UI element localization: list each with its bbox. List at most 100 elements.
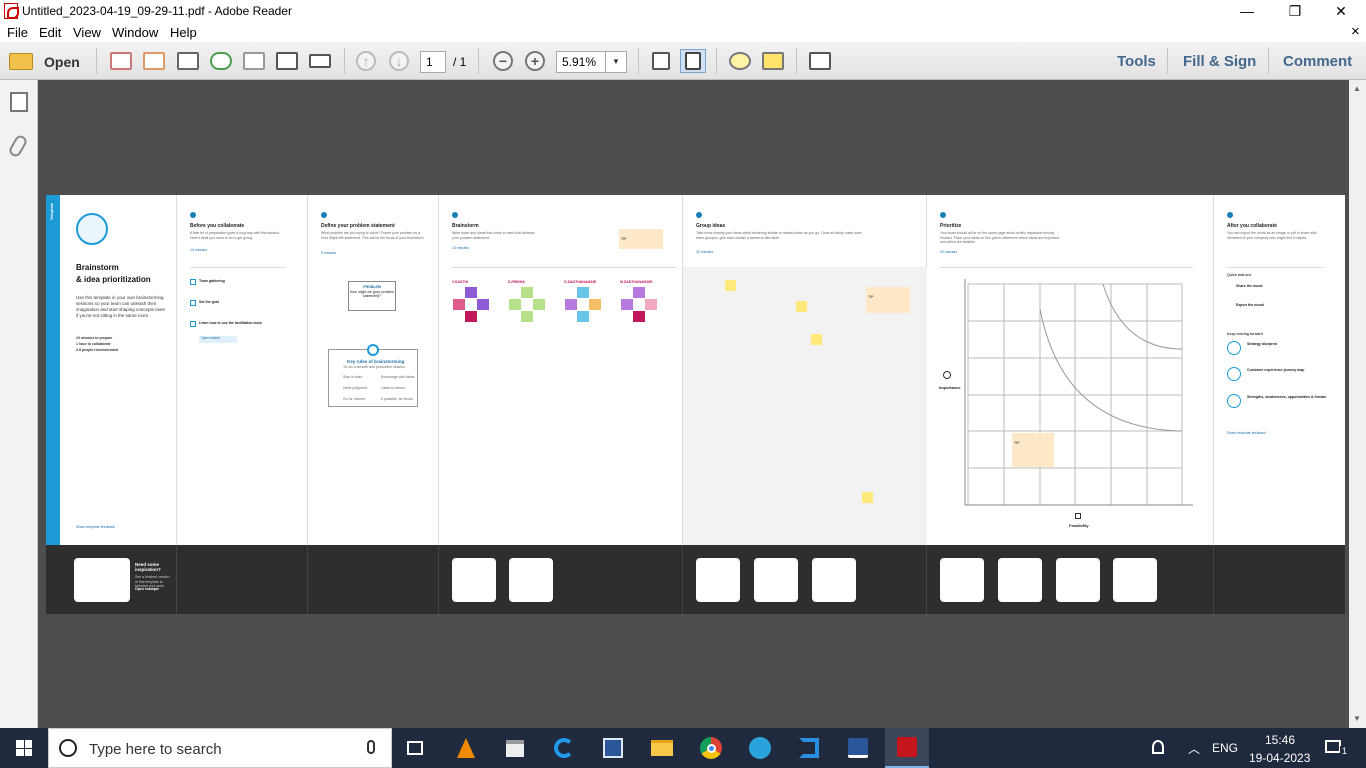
open-article-button[interactable]: Open article [199,336,237,343]
participant-name: M.SANTHANAMARI [620,280,653,284]
page-number-input[interactable]: 1 [420,51,446,73]
participant-name: V.SAKTHI [452,280,469,284]
show-hidden-icons-chevron-icon[interactable]: ︿ [1188,740,1200,757]
microsoft-store-icon[interactable] [493,728,537,768]
file-explorer-icon[interactable] [640,728,684,768]
fullscreen-icon[interactable] [807,49,833,73]
email-icon[interactable] [307,49,333,73]
combine-files-icon[interactable] [141,49,167,73]
menu-edit[interactable]: Edit [39,25,61,40]
section-text: What problem are you trying to solve? Fr… [321,231,425,240]
template-intro: Use this template in your own brainstorm… [76,295,166,318]
rules-badge-icon [367,344,379,356]
word-icon[interactable] [836,728,880,768]
brainstorm-band [439,545,683,614]
rule-item: Defer judgment. [343,386,368,390]
section-brainstorm: Brainstorm Write down any ideas that com… [439,195,683,545]
telegram-icon[interactable] [738,728,782,768]
journey-map-icon [1227,367,1241,381]
minimize-button[interactable]: — [1224,0,1270,22]
step-thumbnail [1056,558,1100,602]
chrome-icon[interactable] [689,728,733,768]
open-button[interactable] [9,51,35,71]
previous-page-icon[interactable]: ↑ [353,49,379,73]
action-center-icon[interactable] [1325,740,1341,753]
section-title: Define your problem statement [321,223,395,229]
menu-window[interactable]: Window [112,25,158,40]
share-feedback-link[interactable]: Share template feedback [76,525,115,530]
microphone-icon[interactable] [367,740,375,754]
rules-card: Key rules of brainstorming To run a smoo… [328,344,418,407]
maximize-button[interactable]: ❐ [1272,0,1318,22]
template-tag: Template [49,203,54,221]
rules-title: Key rules of brainstorming [347,359,405,364]
wordpad-icon[interactable] [591,728,635,768]
taskbar-search-box[interactable]: Type here to search [48,728,392,768]
attachment-paperclip-icon[interactable] [7,133,29,159]
vertical-scrollbar[interactable]: ▲ ▼ [1349,80,1366,728]
save-icon[interactable] [241,49,267,73]
section-time: 20 minutes [696,250,714,254]
example-thumbnail[interactable] [74,558,130,602]
group-band [683,545,927,614]
share-feedback-link[interactable]: Share template feedback [1227,431,1266,436]
template-side-stripe [46,195,60,545]
start-button[interactable] [2,728,46,768]
tools-link[interactable]: Tools [1117,53,1156,70]
step-thumbnail [998,558,1042,602]
band-empty [177,545,308,614]
vscode-icon[interactable] [787,728,831,768]
fit-width-icon[interactable] [648,49,674,73]
scroll-up-icon[interactable]: ▲ [1353,84,1361,93]
close-document-icon[interactable]: × [1351,23,1360,40]
print-icon[interactable] [274,49,300,73]
next-page-icon[interactable]: ↓ [386,49,412,73]
open-label[interactable]: Open [44,54,80,70]
template-meta-prepare: 10 minutes to prepare [76,336,113,340]
vlc-icon[interactable] [444,728,488,768]
zoom-in-icon[interactable]: + [522,49,548,73]
rules-subtitle: To run a smooth and productive session [343,365,405,369]
keep-moving-item: Customer experience journey map [1247,368,1305,372]
step-marker [696,212,702,218]
people-icon[interactable] [1152,740,1164,754]
open-example-button[interactable]: Open example [135,587,159,592]
edge-browser-icon[interactable] [542,728,586,768]
create-pdf-icon[interactable] [108,49,134,73]
prep-step-1: Team gathering [199,279,225,283]
pages-thumbnail-icon[interactable] [10,92,28,112]
section-title: After you collaborate [1227,223,1278,229]
sticky-note [811,334,822,345]
lightbulb-icon [76,213,108,245]
step-thumbnail [754,558,798,602]
clock-date[interactable]: 19-04-2023 [1249,751,1310,765]
zoom-out-icon[interactable]: − [490,49,516,73]
problem-card: PROBLEM How might we [your problem state… [348,281,396,311]
highlight-icon[interactable] [760,49,786,73]
fit-page-icon[interactable] [680,49,706,73]
step-marker [452,212,458,218]
menu-view[interactable]: View [73,25,101,40]
task-view-icon[interactable] [393,728,437,768]
edit-pdf-icon[interactable] [175,49,201,73]
template-title-line2: & idea prioritization [76,275,151,284]
scroll-down-icon[interactable]: ▼ [1353,714,1361,723]
upload-cloud-icon[interactable] [208,49,234,73]
template-meta-people: 2-8 people recommended [76,348,119,352]
section-group-ideas: Group ideas Take turns sharing your idea… [683,195,927,545]
zoom-dropdown-chevron-icon[interactable]: ▼ [605,51,627,73]
language-indicator[interactable]: ENG [1212,741,1238,755]
fill-sign-link[interactable]: Fill & Sign [1183,53,1256,70]
menu-help[interactable]: Help [170,25,197,40]
prioritization-grid [964,279,1193,506]
menu-file[interactable]: File [7,25,28,40]
adobe-reader-taskbar-icon[interactable] [885,728,929,768]
zoom-input[interactable]: 5.91% [556,51,606,73]
checkbox-icon [190,279,196,285]
close-button[interactable]: ✕ [1318,0,1364,22]
comment-link[interactable]: Comment [1283,53,1352,70]
template-cover: Template Brainstorm & idea prioritizatio… [46,195,177,545]
clock-time[interactable]: 15:46 [1265,733,1295,747]
section-title: Brainstorm [452,223,479,229]
comment-bubble-icon[interactable] [727,49,753,73]
